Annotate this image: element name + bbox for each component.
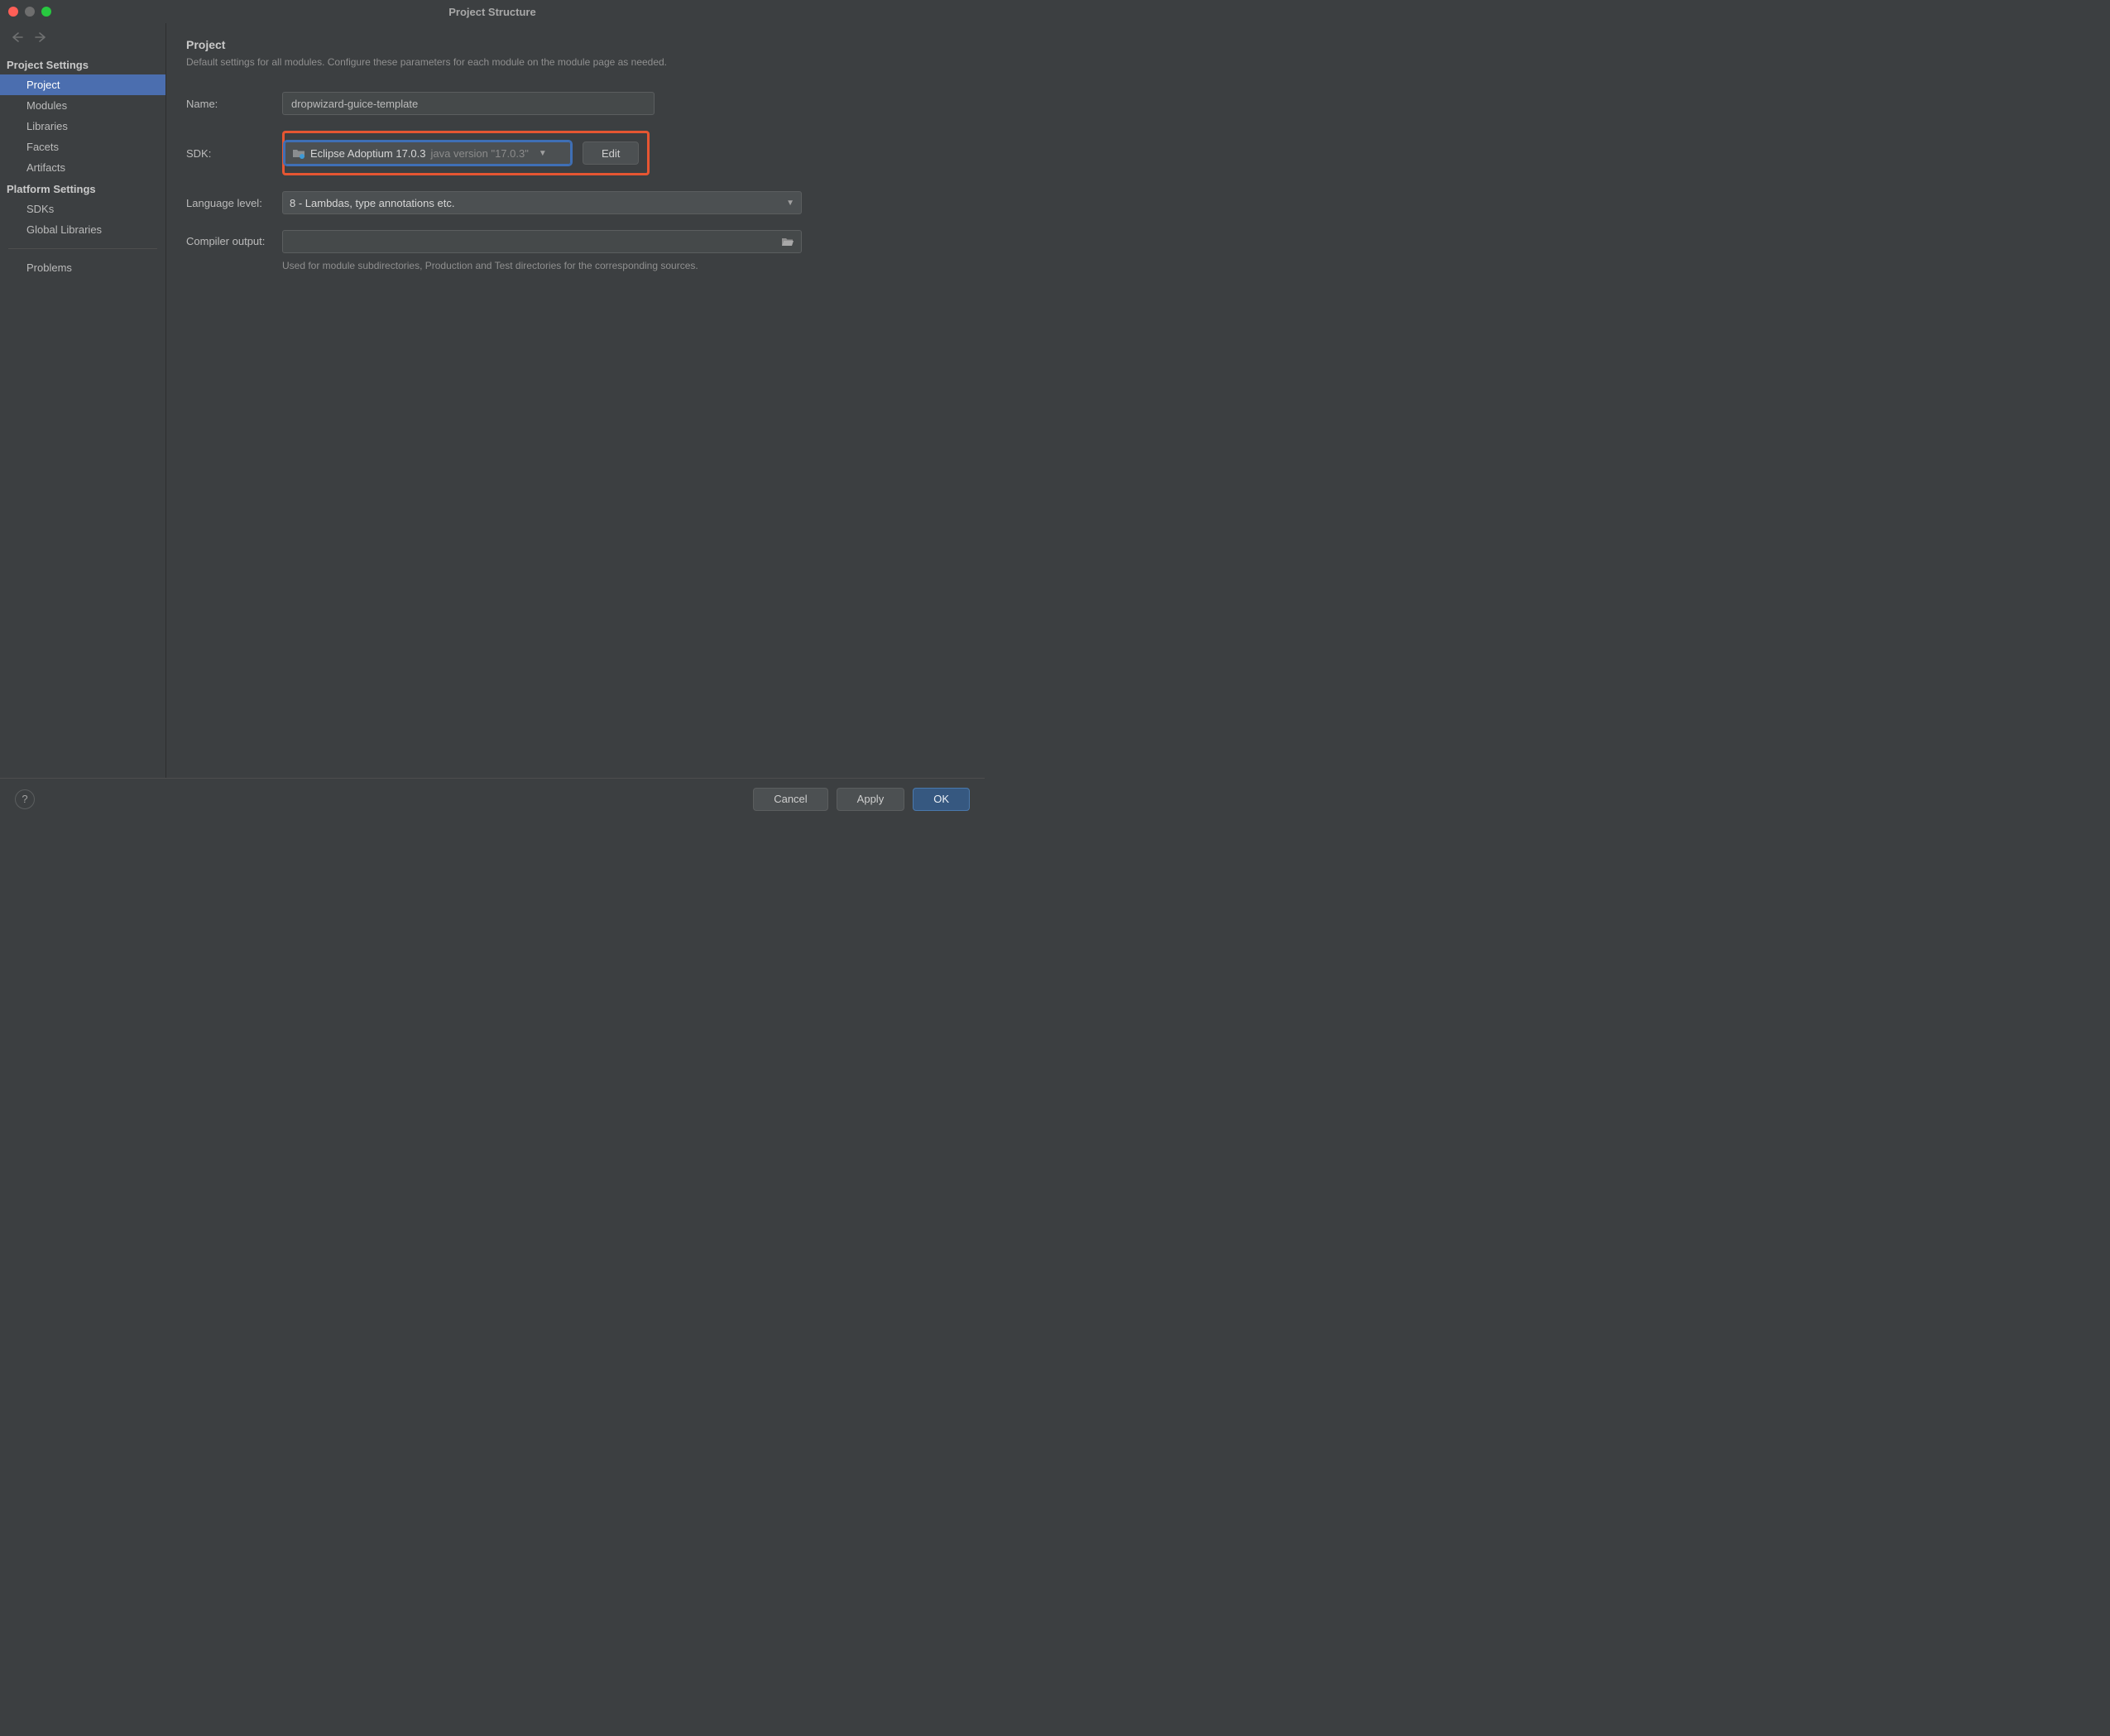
sidebar-item-label: Problems [26,261,72,274]
project-settings-header: Project Settings [0,54,165,74]
help-icon: ? [22,793,27,805]
nav-back-icon[interactable] [10,31,23,46]
sidebar-item-label: Global Libraries [26,223,102,236]
sidebar-item-artifacts[interactable]: Artifacts [0,157,165,178]
sidebar-item-facets[interactable]: Facets [0,137,165,157]
sdk-value: Eclipse Adoptium 17.0.3 [310,147,425,160]
sidebar-item-label: Project [26,79,60,91]
sdk-label: SDK: [186,147,282,160]
sidebar-item-project[interactable]: Project [0,74,165,95]
button-label: Apply [857,793,885,805]
page-title: Project [186,38,965,51]
chevron-down-icon: ▼ [539,149,547,158]
content-panel: Project Default settings for all modules… [165,23,985,778]
edit-sdk-button[interactable]: Edit [583,141,639,165]
language-level-value: 8 - Lambdas, type annotations etc. [290,197,454,209]
sdk-hint: java version "17.0.3" [430,147,528,160]
language-level-dropdown[interactable]: 8 - Lambdas, type annotations etc. ▼ [282,191,802,214]
compiler-output-input[interactable] [282,230,802,253]
button-label: Edit [602,147,620,160]
help-button[interactable]: ? [15,789,35,809]
sidebar-item-label: SDKs [26,203,54,215]
name-label: Name: [186,98,282,110]
button-label: Cancel [774,793,807,805]
page-description: Default settings for all modules. Config… [186,56,965,68]
sdk-folder-icon [292,147,305,159]
sdk-dropdown[interactable]: Eclipse Adoptium 17.0.3 java version "17… [285,141,571,165]
sidebar-item-sdks[interactable]: SDKs [0,199,165,219]
button-label: OK [933,793,949,805]
ok-button[interactable]: OK [913,788,970,811]
sidebar-item-label: Modules [26,99,67,112]
compiler-output-help: Used for module subdirectories, Producti… [282,260,802,271]
project-name-input[interactable] [282,92,655,115]
chevron-down-icon: ▼ [786,199,794,208]
sidebar-divider [8,248,157,249]
apply-button[interactable]: Apply [837,788,905,811]
sidebar-item-problems[interactable]: Problems [0,257,165,278]
nav-forward-icon[interactable] [35,31,48,46]
footer: ? Cancel Apply OK [0,778,985,819]
cancel-button[interactable]: Cancel [753,788,827,811]
compiler-output-label: Compiler output: [186,230,282,247]
sidebar-item-label: Artifacts [26,161,65,174]
language-level-label: Language level: [186,197,282,209]
titlebar: Project Structure [0,0,985,23]
sidebar-item-libraries[interactable]: Libraries [0,116,165,137]
sidebar-item-label: Facets [26,141,59,153]
sidebar: Project Settings Project Modules Librari… [0,23,165,778]
sidebar-item-modules[interactable]: Modules [0,95,165,116]
browse-folder-icon[interactable] [781,236,794,247]
window-title: Project Structure [0,6,985,18]
sdk-highlight-box: Eclipse Adoptium 17.0.3 java version "17… [282,131,650,175]
sidebar-item-global-libraries[interactable]: Global Libraries [0,219,165,240]
sidebar-item-label: Libraries [26,120,68,132]
platform-settings-header: Platform Settings [0,178,165,199]
